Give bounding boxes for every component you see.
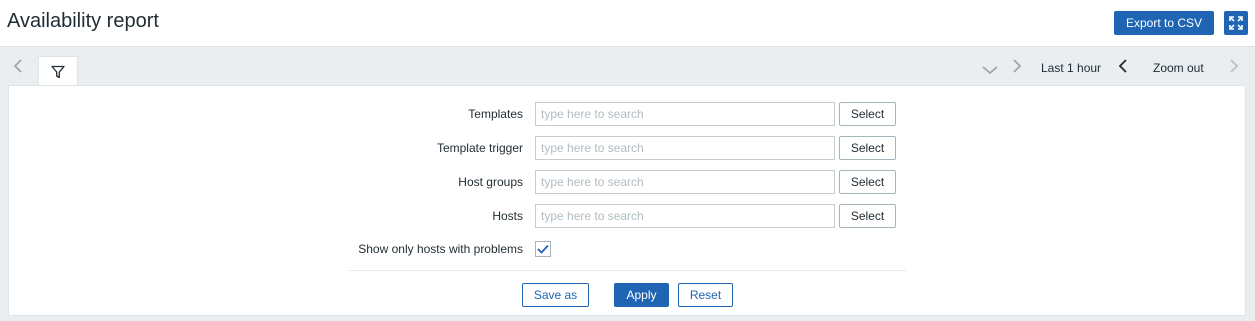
- filter-row-templates: Templates Select: [9, 102, 1245, 126]
- problems-only-checkbox[interactable]: [535, 241, 551, 257]
- chevron-right-icon[interactable]: [1012, 57, 1022, 78]
- page-title: Availability report: [7, 10, 159, 32]
- save-as-button[interactable]: Save as: [522, 283, 589, 307]
- chevron-right-icon[interactable]: [1229, 57, 1239, 78]
- zoom-out-button[interactable]: Zoom out: [1153, 61, 1204, 75]
- problems-only-label: Show only hosts with problems: [358, 242, 523, 256]
- template-trigger-label: Template trigger: [436, 141, 523, 155]
- filter-icon: [51, 65, 65, 79]
- reset-button[interactable]: Reset: [678, 283, 733, 307]
- page-header: Availability report Export to CSV: [0, 0, 1255, 47]
- filter-row-template-trigger: Template trigger Select: [9, 136, 1245, 160]
- templates-label: Templates: [468, 107, 523, 121]
- host-groups-select-button[interactable]: Select: [839, 170, 896, 194]
- divider: [349, 270, 906, 271]
- filter-tab-bar: Last 1 hour Zoom out: [0, 46, 1255, 87]
- time-range-label[interactable]: Last 1 hour: [1041, 61, 1101, 75]
- tab-filter[interactable]: [38, 56, 78, 87]
- filter-row-hosts: Hosts Select: [9, 204, 1245, 228]
- filter-row-problems: Show only hosts with problems: [9, 237, 1245, 261]
- fullscreen-button[interactable]: [1224, 11, 1248, 35]
- templates-input[interactable]: [535, 102, 835, 126]
- hosts-select-button[interactable]: Select: [839, 204, 896, 228]
- templates-select-button[interactable]: Select: [839, 102, 896, 126]
- chevron-down-icon[interactable]: [982, 59, 998, 80]
- filter-row-host-groups: Host groups Select: [9, 170, 1245, 194]
- host-groups-input[interactable]: [535, 170, 835, 194]
- chevron-left-icon[interactable]: [13, 57, 23, 78]
- chevron-left-icon[interactable]: [1118, 57, 1128, 78]
- hosts-label: Hosts: [492, 209, 523, 223]
- export-csv-button[interactable]: Export to CSV: [1114, 11, 1214, 35]
- filter-panel: Templates Select Template trigger Select…: [8, 85, 1246, 316]
- template-trigger-select-button[interactable]: Select: [839, 136, 896, 160]
- checkmark-icon: [537, 244, 549, 254]
- apply-button[interactable]: Apply: [614, 283, 669, 307]
- template-trigger-input[interactable]: [535, 136, 835, 160]
- host-groups-label: Host groups: [458, 175, 523, 189]
- hosts-input[interactable]: [535, 204, 835, 228]
- fullscreen-icon: [1229, 16, 1243, 30]
